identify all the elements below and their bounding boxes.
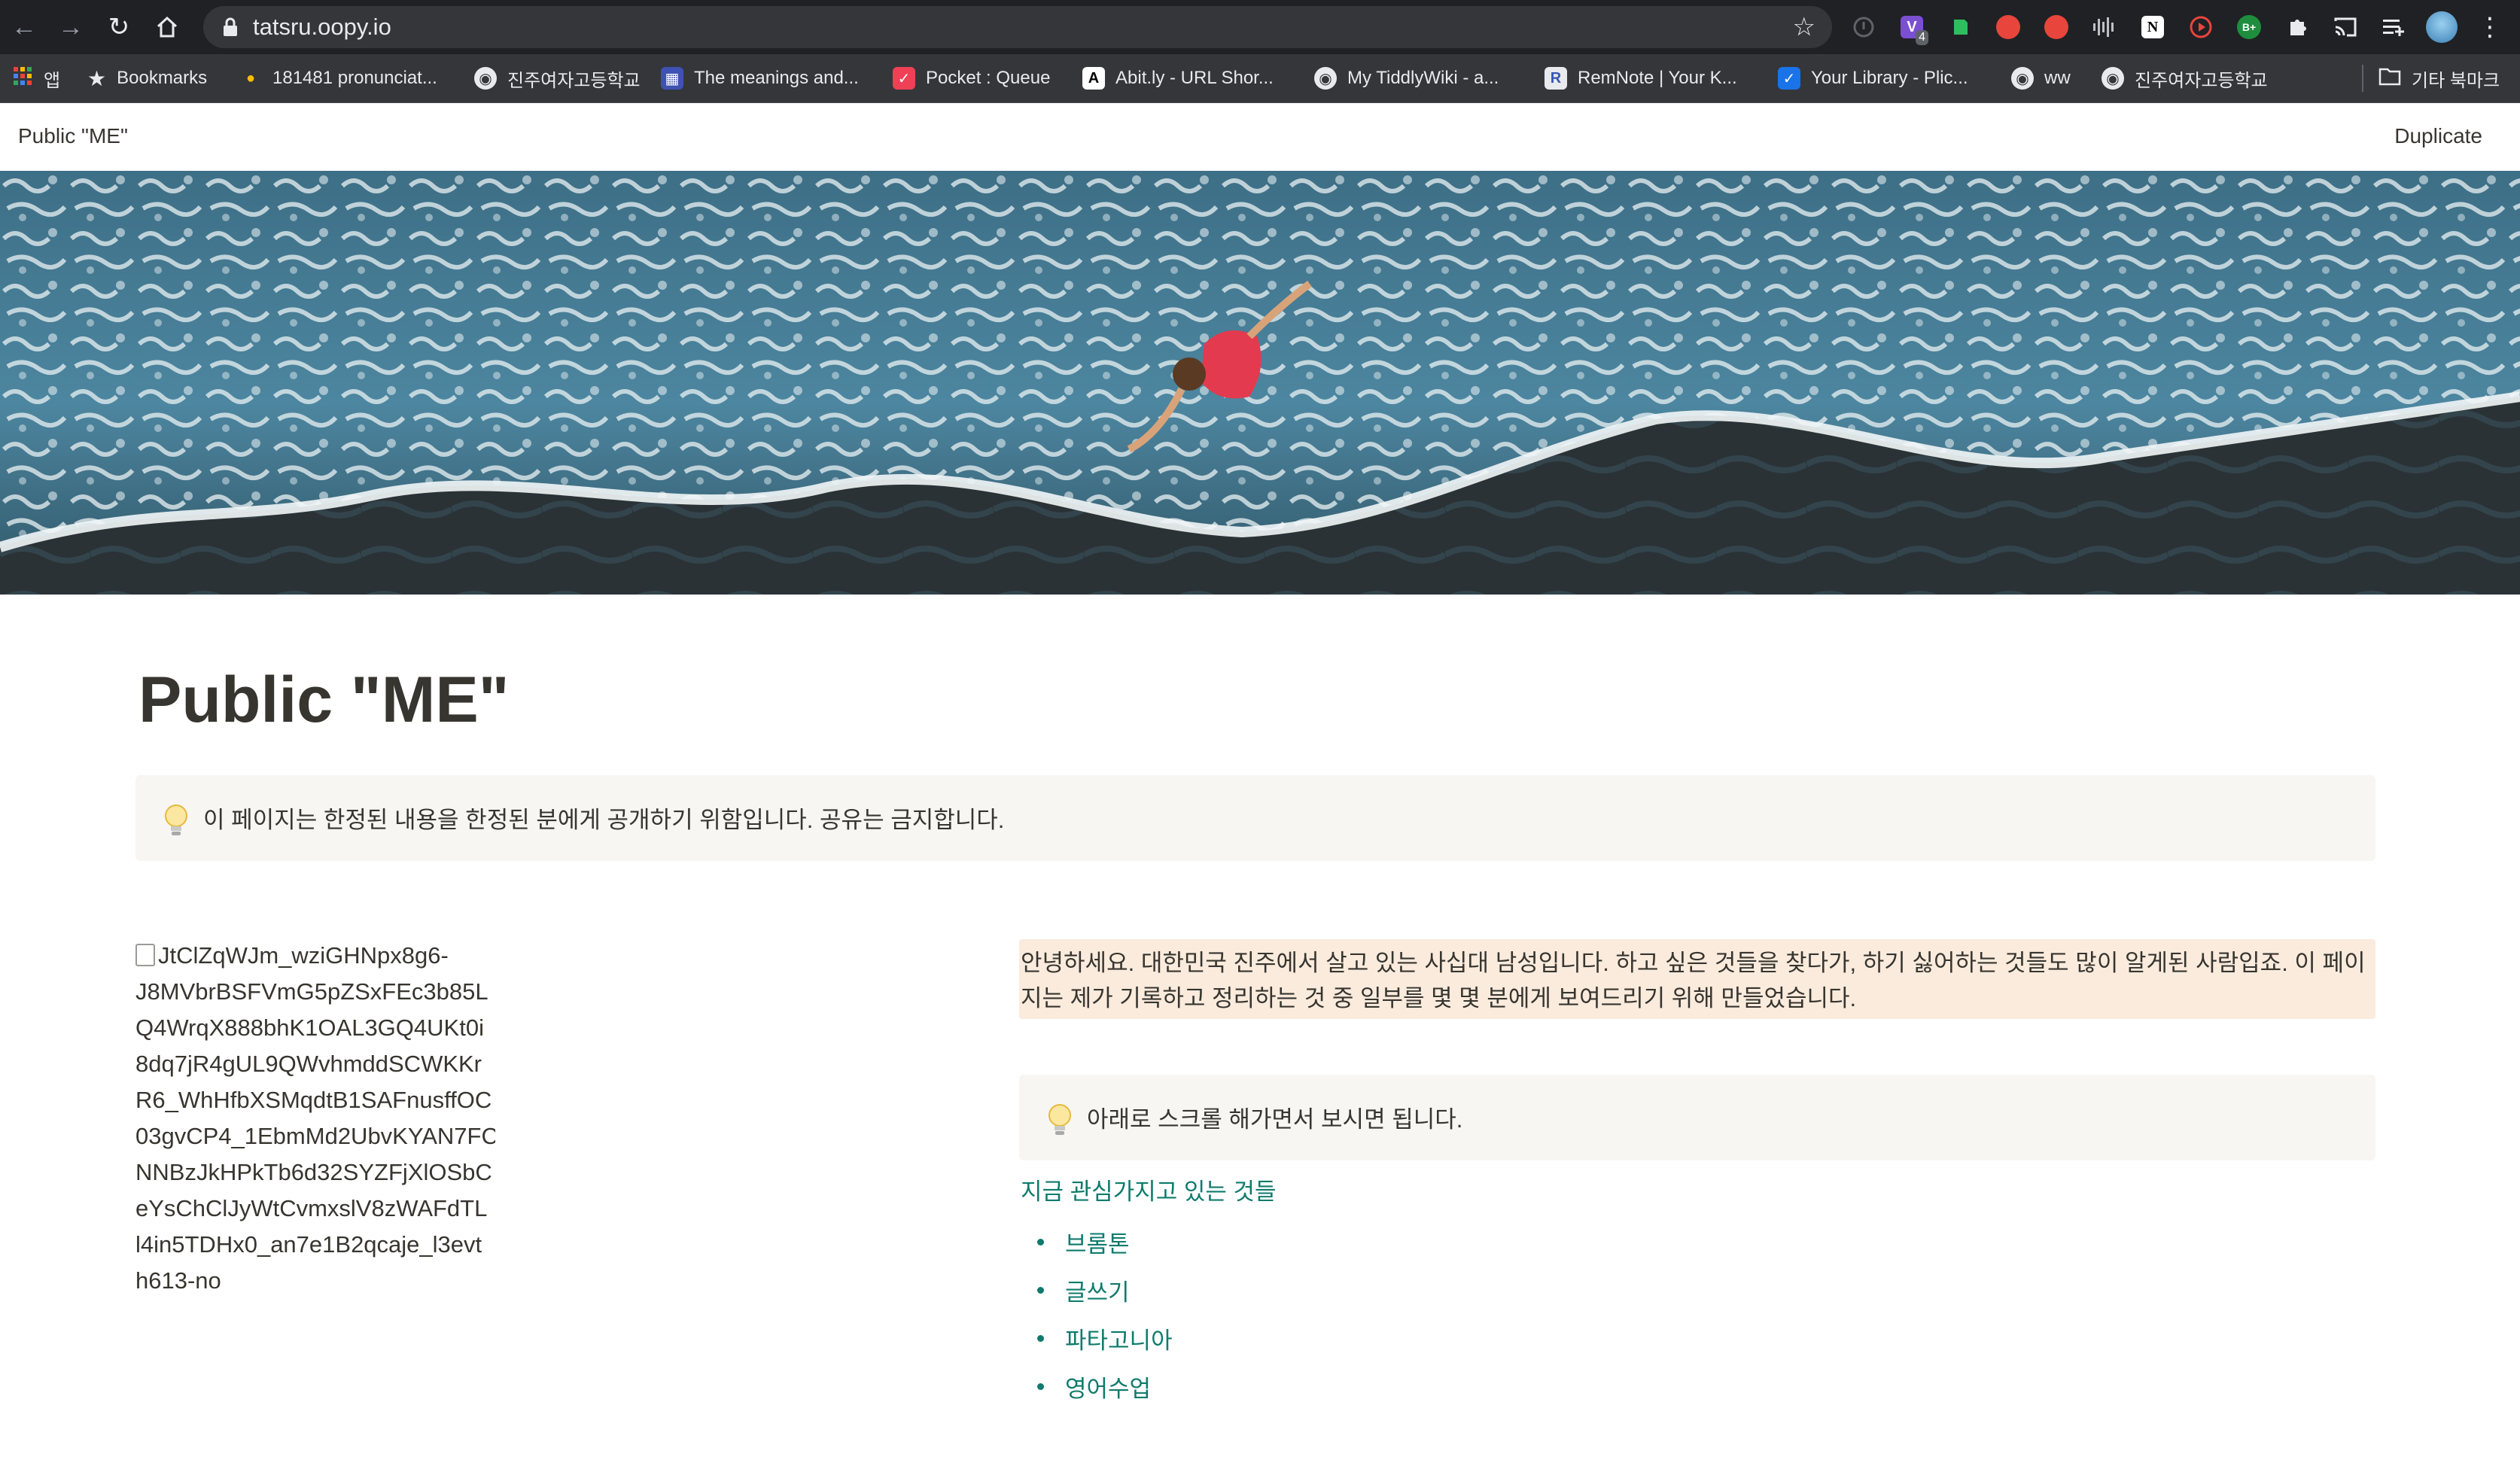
extensions-bar: V 4 N B+ ⋮: [1846, 8, 2508, 47]
back-icon[interactable]: ←: [6, 9, 42, 45]
bookmark-label: Abit.ly - URL Shor...: [1115, 68, 1274, 88]
bookmark-label: ww: [2044, 68, 2071, 88]
bookmark-label: Bookmarks: [117, 68, 208, 88]
list-item[interactable]: 브롬톤: [1031, 1218, 1173, 1266]
more-menu-icon[interactable]: ⋮: [2472, 9, 2508, 45]
address-bar[interactable]: tatsru.oopy.io ☆: [203, 6, 1832, 48]
red-extension-1-icon[interactable]: [1990, 9, 2026, 45]
intro-text: 안녕하세요. 대한민국 진주에서 살고 있는 사십대 남성입니다. 하고 싶은 …: [1021, 950, 2366, 1011]
page-topbar: Public "ME" Duplicate: [0, 103, 2520, 171]
scroll-hint-callout: 아래로 스크롤 해가면서 보시면 됩니다.: [1019, 1075, 2375, 1160]
lock-icon: [224, 17, 237, 36]
green-extension-icon[interactable]: B+: [2231, 9, 2267, 45]
notice-callout: 이 페이지는 한정된 내용을 한정된 분에게 공개하기 위함입니다. 공유는 금…: [135, 775, 2375, 861]
globe-icon: ◉: [2011, 67, 2034, 90]
abitly-icon: A: [1082, 67, 1105, 90]
list-item-label: 파타고니아: [1065, 1327, 1173, 1354]
bookmark-plickers[interactable]: ✓ Your Library - Plic...: [1778, 63, 1968, 93]
remnote-icon: R: [1545, 67, 1567, 90]
bookmark-bookmarks[interactable]: ★ Bookmarks: [87, 63, 207, 93]
pocket-icon: ✓: [893, 67, 915, 90]
reload-icon[interactable]: ↻: [101, 9, 137, 45]
interests-list: 브롬톤 글쓰기 파타고니아 영어수업: [1031, 1218, 1173, 1410]
bookmark-label: RemNote | Your K...: [1578, 68, 1737, 88]
home-icon[interactable]: [149, 9, 185, 45]
duplicate-button[interactable]: Duplicate: [2394, 124, 2482, 148]
globe-icon: ◉: [2102, 67, 2124, 90]
bookmark-label: 기타 북마크: [2412, 70, 2500, 91]
list-item-label: 영어수업: [1065, 1375, 1152, 1402]
image-alt-text: JtClZqWJm_wziGHNpx8g6- J8MVbrBSFVmG5pZSx…: [135, 942, 495, 1294]
bookmark-label: Your Library - Plic...: [1811, 68, 1968, 88]
audio-wave-extension-icon[interactable]: [2086, 9, 2123, 45]
person-icon: ●: [245, 69, 256, 87]
bookmark-label: My TiddlyWiki - a...: [1347, 68, 1499, 88]
bullet-icon: [1037, 1238, 1044, 1246]
bookmark-pronunciation[interactable]: ● 181481 pronunciat...: [239, 63, 437, 93]
intro-highlight: 안녕하세요. 대한민국 진주에서 살고 있는 사십대 남성입니다. 하고 싶은 …: [1019, 939, 2375, 1019]
list-item[interactable]: 글쓰기: [1031, 1266, 1173, 1314]
bookmark-ww[interactable]: ◉ ww: [2011, 63, 2071, 93]
bookmark-meanings[interactable]: ▦ The meanings and...: [661, 63, 859, 93]
folder-icon: [2378, 66, 2401, 91]
red-extension-2-icon[interactable]: [2038, 9, 2074, 45]
url-text: tatsru.oopy.io: [253, 14, 391, 40]
extension-1-icon[interactable]: [1846, 9, 1882, 45]
bookmarks-bar: 앱 ★ Bookmarks ● 181481 pronunciat... ◉ 진…: [0, 54, 2520, 103]
callout-text: 이 페이지는 한정된 내용을 한정된 분에게 공개하기 위함입니다. 공유는 금…: [203, 807, 1005, 833]
globe-icon: ◉: [474, 67, 497, 90]
list-item-label: 글쓰기: [1065, 1279, 1130, 1306]
profile-avatar-icon[interactable]: [2424, 9, 2460, 45]
browser-toolbar: ← → ↻ tatsru.oopy.io ☆ V 4 N B+ ⋮: [0, 0, 2520, 54]
cast-icon[interactable]: [2327, 9, 2363, 45]
bookmark-abitly[interactable]: A Abit.ly - URL Shor...: [1082, 63, 1274, 93]
bookmark-apps[interactable]: 앱: [12, 63, 60, 93]
breadcrumb[interactable]: Public "ME": [18, 124, 128, 148]
bookmark-school-2[interactable]: ◉ 진주여자고등학교: [2102, 63, 2268, 93]
bookmark-label: The meanings and...: [694, 68, 859, 88]
list-item[interactable]: 영어수업: [1031, 1362, 1173, 1410]
star-icon: ★: [87, 66, 107, 90]
player-extension-icon[interactable]: [2183, 9, 2219, 45]
puzzle-extensions-icon[interactable]: [2279, 9, 2315, 45]
bookmark-school-1[interactable]: ◉ 진주여자고등학교: [474, 63, 641, 93]
bookmark-other[interactable]: 기타 북마크: [2378, 63, 2500, 93]
callout-text: 아래로 스크롤 해가면서 보시면 됩니다.: [1087, 1106, 1463, 1133]
lightbulb-icon: [1048, 1104, 1071, 1135]
apps-grid-icon: [12, 65, 33, 92]
extension-badge: 4: [1916, 30, 1928, 45]
forward-icon[interactable]: →: [53, 9, 89, 45]
list-item[interactable]: 파타고니아: [1031, 1314, 1173, 1362]
reading-list-icon[interactable]: [2375, 9, 2412, 45]
evernote-extension-icon[interactable]: [1942, 9, 1978, 45]
list-item-label: 브롬톤: [1065, 1230, 1130, 1258]
bookmarks-divider: [2362, 65, 2363, 92]
bookmark-label: 앱: [44, 70, 61, 91]
meanings-icon: ▦: [661, 67, 683, 90]
globe-icon: ◉: [1314, 67, 1337, 90]
bookmark-tiddlywiki[interactable]: ◉ My TiddlyWiki - a...: [1314, 63, 1499, 93]
interests-heading: 지금 관심가지고 있는 것들: [1021, 1179, 1277, 1205]
bookmark-star-icon[interactable]: ☆: [1793, 14, 1815, 41]
bookmark-label: 진주여자고등학교: [2135, 70, 2268, 91]
broken-image-icon: [135, 944, 155, 966]
bookmark-label: 진주여자고등학교: [507, 70, 641, 91]
lightbulb-icon: [165, 804, 187, 835]
page-title: Public "ME": [138, 664, 510, 736]
checkbox-icon: ✓: [1778, 67, 1800, 90]
bullet-icon: [1037, 1382, 1044, 1390]
vimium-extension-icon[interactable]: V 4: [1894, 9, 1930, 45]
broken-image: JtClZqWJm_wziGHNpx8g6- J8MVbrBSFVmG5pZSx…: [135, 938, 495, 1299]
bookmark-label: Pocket : Queue: [926, 68, 1051, 88]
bookmark-remnote[interactable]: R RemNote | Your K...: [1545, 63, 1737, 93]
bookmark-label: 181481 pronunciat...: [272, 68, 437, 88]
cover-image: [0, 171, 2520, 595]
bookmark-pocket[interactable]: ✓ Pocket : Queue: [893, 63, 1050, 93]
bullet-icon: [1037, 1334, 1044, 1342]
bullet-icon: [1037, 1286, 1044, 1294]
notion-extension-icon[interactable]: N: [2135, 9, 2171, 45]
